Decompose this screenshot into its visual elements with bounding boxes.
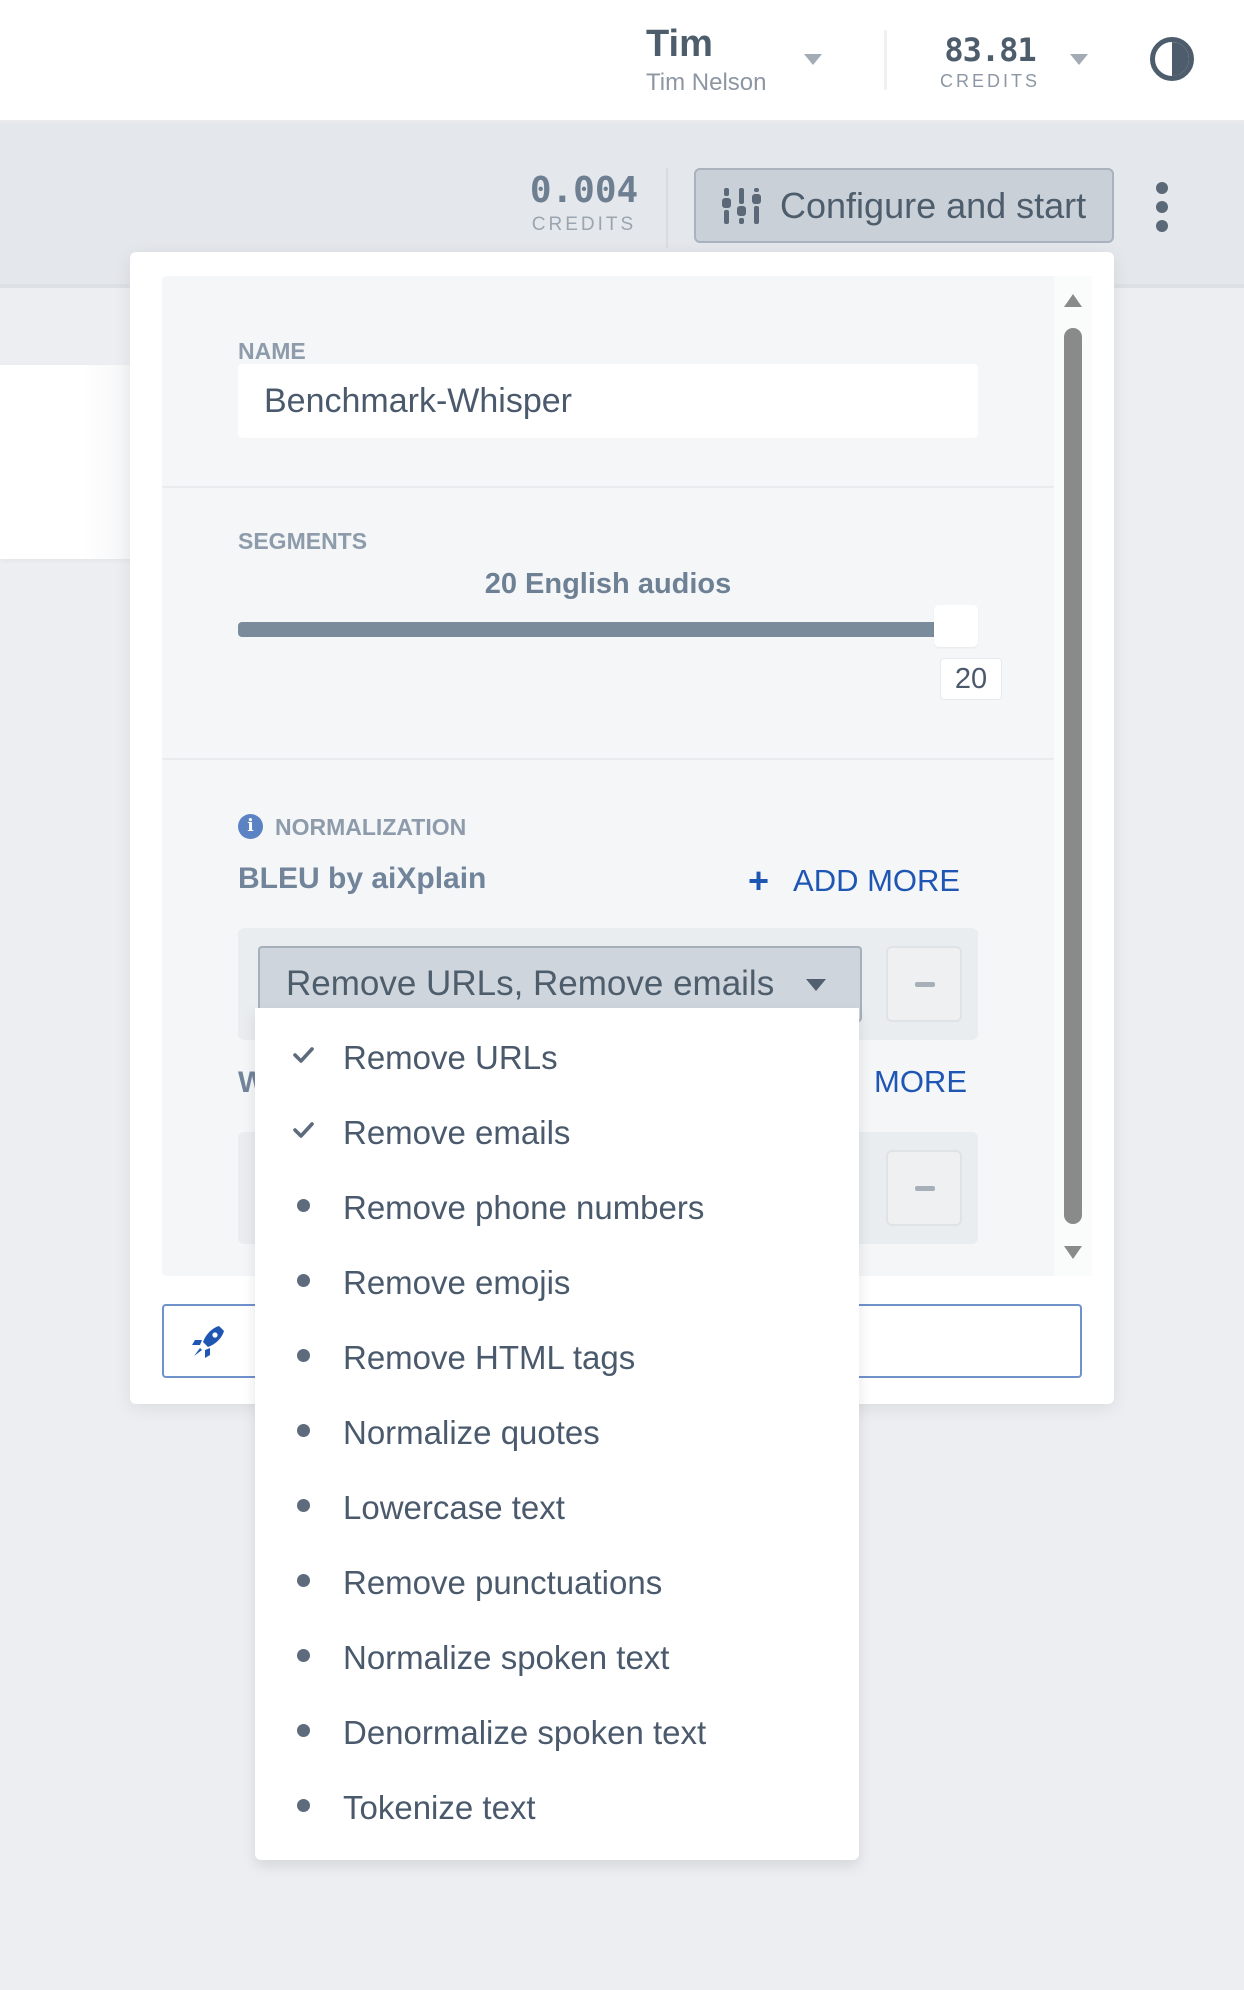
menu-item-option[interactable]: Remove punctuations: [255, 1545, 859, 1620]
panel-scrollbar[interactable]: [1054, 276, 1092, 1276]
contrast-icon[interactable]: [1150, 37, 1194, 81]
menu-item-option[interactable]: Lowercase text: [255, 1470, 859, 1545]
scroll-up-arrow-icon[interactable]: [1064, 294, 1082, 307]
segments-label: SEGMENTS: [238, 528, 368, 554]
add-more-button[interactable]: MORE: [874, 1064, 967, 1100]
add-more-button[interactable]: + ADD MORE: [748, 860, 960, 902]
menu-item-option[interactable]: Remove URLs: [255, 1020, 859, 1095]
scroll-down-arrow-icon[interactable]: [1064, 1246, 1082, 1259]
name-label: NAME: [238, 338, 306, 364]
normalization-label: NORMALIZATION: [275, 814, 467, 840]
name-section: NAME: [162, 276, 1054, 488]
bullet-icon: [291, 1573, 315, 1592]
user-full-name: Tim Nelson: [646, 69, 767, 96]
checkmark-icon: [291, 1044, 315, 1071]
add-more-label: MORE: [874, 1064, 967, 1099]
segments-value-display: 20: [940, 658, 1002, 700]
menu-item-label: Remove HTML tags: [343, 1338, 636, 1376]
menu-item-label: Lowercase text: [343, 1488, 565, 1526]
cost-label: CREDITS: [531, 214, 637, 235]
segments-slider-handle[interactable]: [934, 605, 978, 647]
bullet-icon: [291, 1648, 315, 1667]
background-card: [0, 365, 140, 559]
segments-section: SEGMENTS 20 English audios 20: [162, 488, 1054, 760]
menu-item-option[interactable]: Remove emails: [255, 1095, 859, 1170]
remove-metric-button[interactable]: [886, 1150, 962, 1226]
menu-item-label: Remove punctuations: [343, 1563, 663, 1601]
configure-and-start-button[interactable]: Configure and start: [694, 168, 1114, 243]
rocket-icon: [192, 1326, 224, 1358]
menu-item-option[interactable]: Denormalize spoken text: [255, 1695, 859, 1770]
menu-item-option[interactable]: Remove phone numbers: [255, 1170, 859, 1245]
bullet-icon: [291, 1198, 315, 1217]
configure-button-label: Configure and start: [780, 184, 1087, 226]
menu-item-option[interactable]: Normalize spoken text: [255, 1620, 859, 1695]
menu-item-label: Remove URLs: [343, 1038, 558, 1076]
bullet-icon: [291, 1798, 315, 1817]
ellipsis-dot: [1156, 201, 1168, 213]
cost-value: 0.004: [529, 170, 639, 211]
ellipsis-dot: [1156, 220, 1168, 232]
plus-icon: +: [748, 860, 770, 901]
bullet-icon: [291, 1498, 315, 1517]
scrollbar-thumb[interactable]: [1064, 328, 1082, 1224]
menu-item-label: Denormalize spoken text: [343, 1713, 707, 1751]
credits-value: 83.81: [944, 31, 1036, 69]
menu-item-option[interactable]: Remove HTML tags: [255, 1320, 859, 1395]
credits-label: CREDITS: [939, 71, 1040, 91]
more-options-button[interactable]: [1150, 182, 1174, 232]
segments-slider-fill: [238, 622, 978, 637]
menu-item-label: Remove phone numbers: [343, 1188, 705, 1226]
bullet-icon: [291, 1348, 315, 1367]
menu-item-label: Remove emails: [343, 1113, 571, 1151]
estimated-cost: 0.004 CREDITS: [520, 170, 648, 236]
menu-item-label: Normalize quotes: [343, 1413, 600, 1451]
menu-item-option[interactable]: Normalize quotes: [255, 1395, 859, 1470]
bullet-icon: [291, 1273, 315, 1292]
menu-item-option[interactable]: Tokenize text: [255, 1770, 859, 1845]
normalization-select-value: Remove URLs, Remove emails: [286, 964, 775, 1003]
top-header: Tim Tim Nelson 83.81 CREDITS: [0, 0, 1244, 122]
menu-item-option[interactable]: Remove emojis: [255, 1245, 859, 1320]
menu-item-label: Tokenize text: [343, 1788, 536, 1826]
metric-name: BLEU by aiXplain: [238, 862, 487, 895]
vertical-ellipsis-icon: [1156, 182, 1168, 194]
bullet-icon: [291, 1423, 315, 1442]
user-menu-chevron-down-icon[interactable]: [804, 54, 822, 65]
info-icon[interactable]: i: [238, 814, 263, 839]
segments-caption: 20 English audios: [484, 568, 732, 600]
menu-item-label: Remove emojis: [343, 1263, 571, 1301]
user-menu[interactable]: Tim Tim Nelson: [646, 22, 766, 98]
checkmark-icon: [291, 1119, 315, 1146]
add-more-label: ADD MORE: [793, 863, 961, 898]
remove-metric-button[interactable]: [886, 946, 962, 1022]
menu-item-label: Normalize spoken text: [343, 1638, 670, 1676]
benchmark-name-input[interactable]: [238, 364, 978, 438]
sliders-icon: [722, 187, 761, 224]
bullet-icon: [291, 1723, 315, 1742]
user-first-name: Tim: [646, 23, 713, 65]
normalization-options-menu: Remove URLs Remove emails Remove phone num…: [255, 1008, 859, 1860]
header-divider: [884, 30, 887, 90]
credits-balance[interactable]: 83.81 CREDITS: [934, 30, 1046, 92]
credits-chevron-down-icon[interactable]: [1070, 54, 1088, 65]
chevron-down-icon: [806, 979, 826, 991]
toolbar-divider: [666, 168, 668, 248]
segments-slider-track[interactable]: [238, 622, 978, 637]
